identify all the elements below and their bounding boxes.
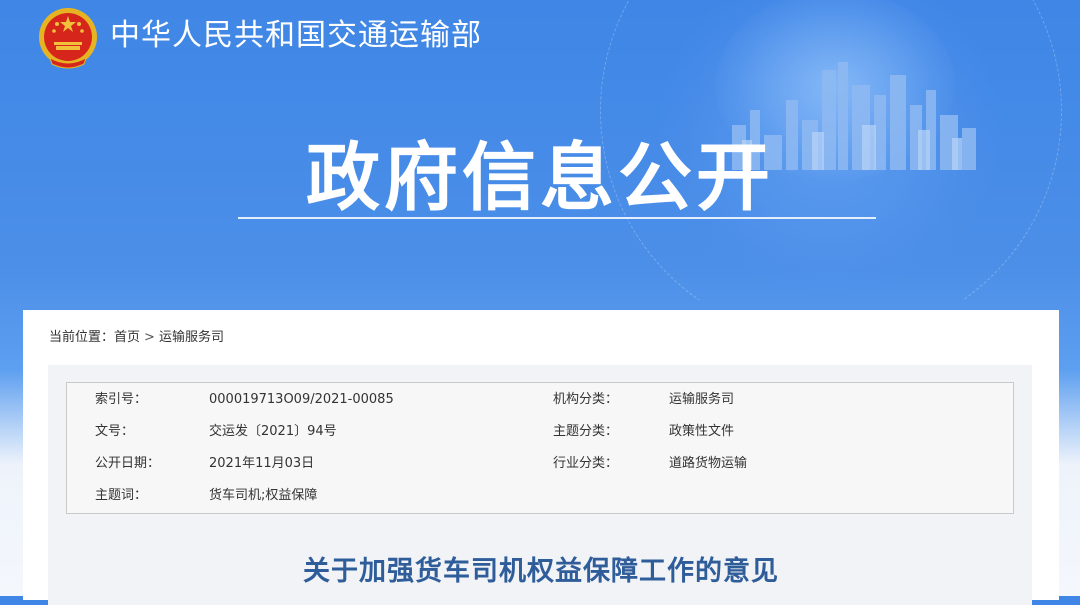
header-banner: 中华人民共和国交通运输部 政府信息公开 [0, 0, 1080, 300]
breadcrumb-separator: > [144, 330, 155, 345]
index-value: 000019713O09/2021-00085 [209, 392, 394, 407]
metadata-row: 索引号： 000019713O09/2021-00085 机构分类： 运输服务司 [67, 384, 1013, 416]
breadcrumb: 当前位置：首页 > 运输服务司 [49, 328, 224, 348]
metadata-row: 文号： 交运发〔2021〕94号 主题分类： 政策性文件 [67, 416, 1013, 448]
document-metadata-table: 索引号： 000019713O09/2021-00085 机构分类： 运输服务司… [66, 382, 1014, 514]
industry-value: 道路货物运输 [669, 456, 748, 471]
topic-value: 政策性文件 [669, 424, 735, 439]
national-emblem-icon [39, 8, 97, 69]
index-label: 索引号： [95, 392, 148, 407]
ministry-name[interactable]: 中华人民共和国交通运输部 [110, 16, 482, 56]
breadcrumb-current-link[interactable]: 运输服务司 [159, 328, 224, 348]
keywords-label: 主题词： [95, 488, 148, 503]
metadata-row: 主题词： 货车司机;权益保障 [67, 480, 1013, 512]
content-panel: 当前位置：首页 > 运输服务司 索引号： 000019713O09/2021-000… [23, 310, 1059, 605]
breadcrumb-prefix: 当前位置： [49, 330, 115, 345]
topic-label: 主题分类： [553, 424, 619, 439]
date-label: 公开日期： [95, 456, 161, 471]
metadata-row: 公开日期： 2021年11月03日 行业分类： 道路货物运输 [67, 448, 1013, 480]
docno-value: 交运发〔2021〕94号 [209, 424, 337, 439]
section-title: 政府信息公开 [306, 135, 774, 221]
date-value: 2021年11月03日 [209, 456, 315, 471]
title-underline [238, 217, 876, 219]
org-value: 运输服务司 [669, 392, 735, 407]
industry-label: 行业分类： [553, 456, 619, 471]
document-title: 关于加强货车司机权益保障工作的意见 [303, 556, 779, 587]
org-label: 机构分类： [553, 392, 619, 407]
breadcrumb-home-link[interactable]: 首页 [114, 328, 140, 348]
keywords-value: 货车司机;权益保障 [209, 488, 318, 503]
docno-label: 文号： [95, 424, 135, 439]
